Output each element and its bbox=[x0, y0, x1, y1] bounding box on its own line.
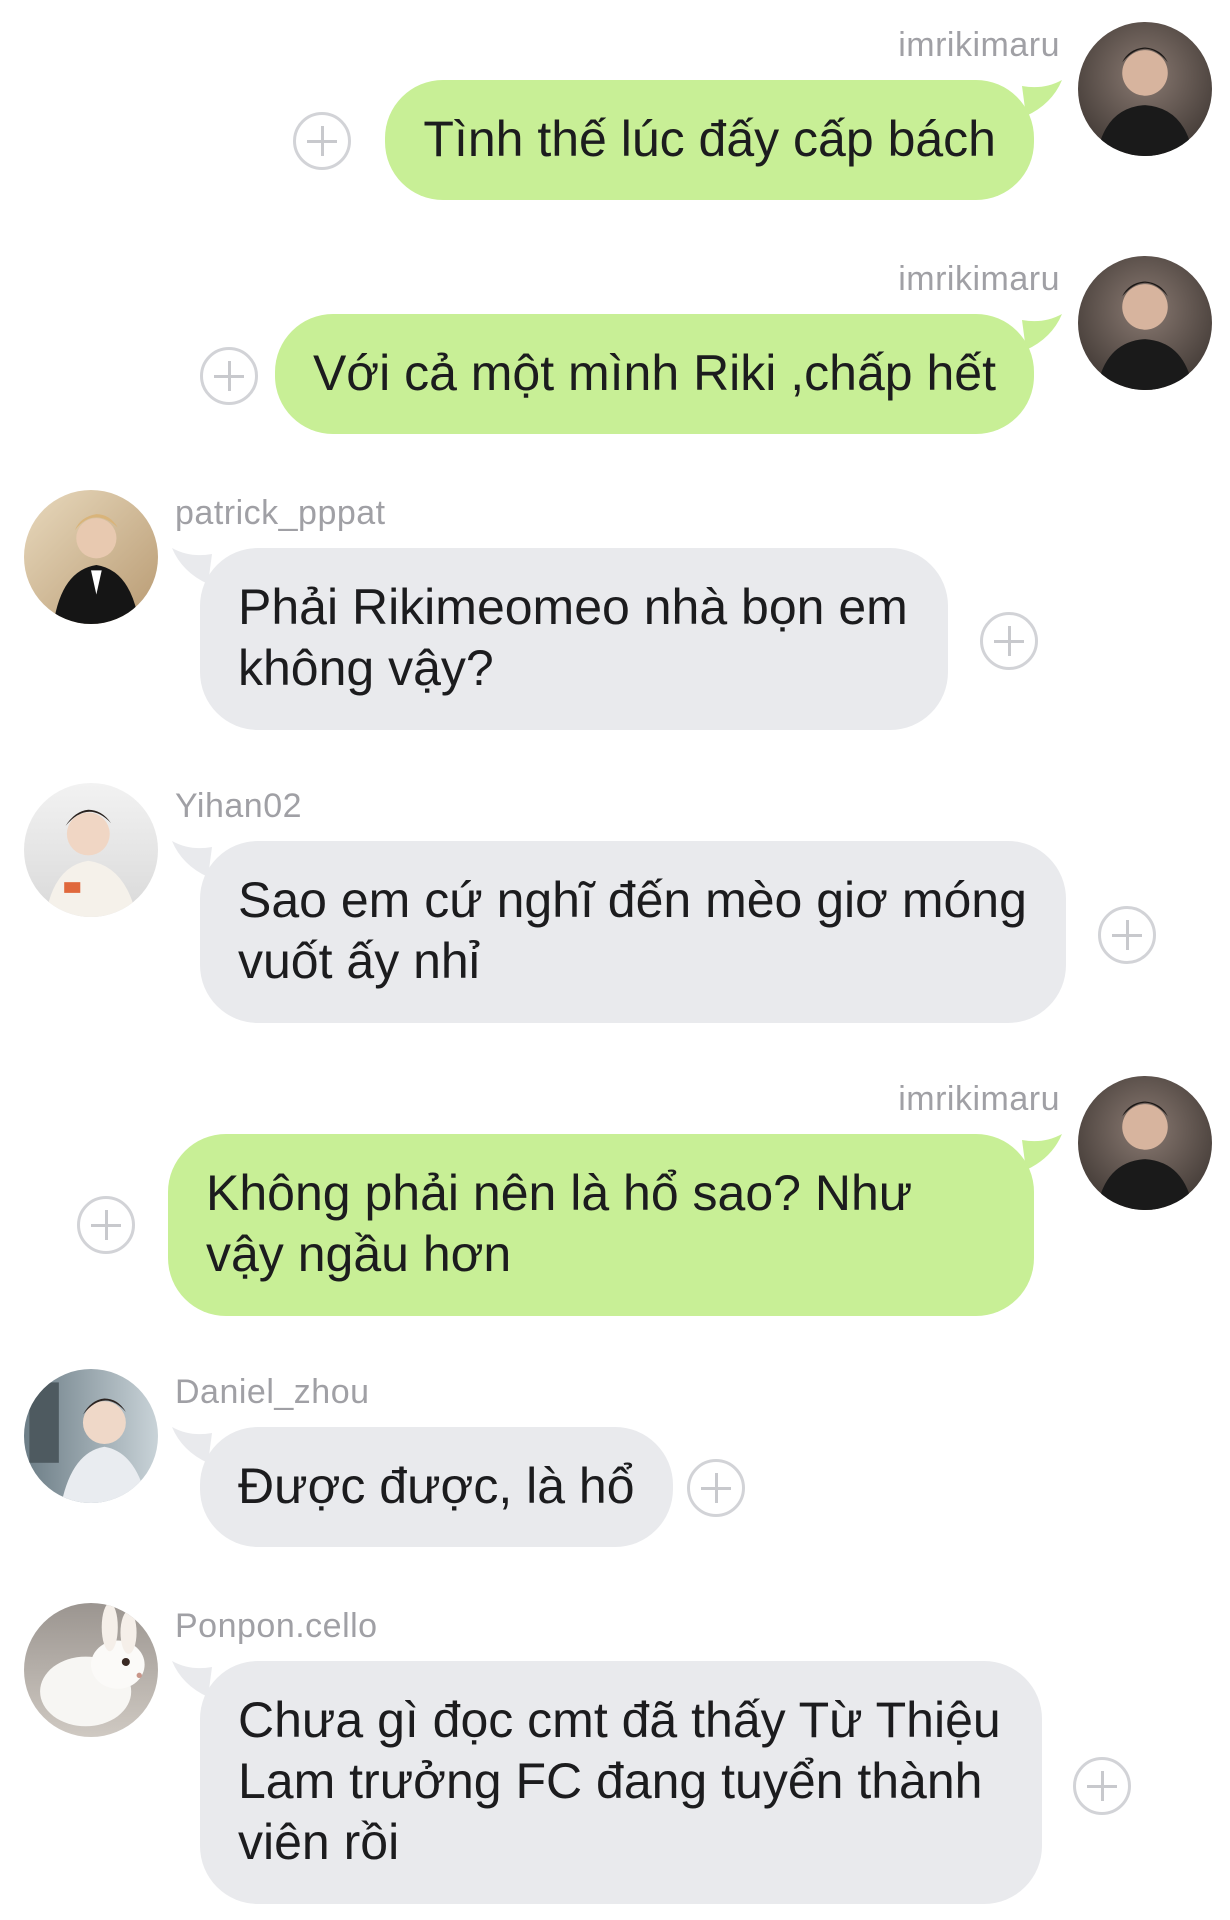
message-bubble[interactable]: Sao em cứ nghĩ đến mèo giơ móng vuốt ấy … bbox=[200, 841, 1066, 1023]
bubble-tail bbox=[1022, 314, 1062, 350]
username: imrikimaru bbox=[898, 1080, 1060, 1118]
add-reaction-icon[interactable] bbox=[1073, 1757, 1131, 1815]
username: Yihan02 bbox=[175, 787, 303, 825]
message-text: Tình thế lúc đấy cấp bách bbox=[423, 111, 996, 167]
message-bubble[interactable]: Được được, là hổ bbox=[200, 1427, 673, 1547]
message-text: Với cả một mình Riki ,chấp hết bbox=[312, 345, 996, 401]
username: Ponpon.cello bbox=[175, 1607, 378, 1645]
message-text: Không phải nên là hổ sao? Như vậy ngầu h… bbox=[206, 1165, 913, 1282]
username: imrikimaru bbox=[898, 260, 1060, 298]
message-text: Được được, là hổ bbox=[238, 1458, 635, 1514]
message-row: imrikimaru Không phải nên là hổ sao? Như… bbox=[0, 1076, 1230, 1316]
add-reaction-icon[interactable] bbox=[200, 347, 258, 405]
add-reaction-icon[interactable] bbox=[687, 1459, 745, 1517]
avatar-icon[interactable] bbox=[24, 490, 158, 624]
message-row: Yihan02 Sao em cứ nghĩ đến mèo giơ móng … bbox=[0, 783, 1230, 1023]
bubble-tail bbox=[1022, 80, 1062, 116]
avatar-icon[interactable] bbox=[1078, 256, 1212, 390]
rabbit-avatar-icon[interactable] bbox=[24, 1603, 158, 1737]
message-row: Daniel_zhou Được được, là hổ bbox=[0, 1369, 1230, 1547]
avatar-icon[interactable] bbox=[1078, 22, 1212, 156]
username: Daniel_zhou bbox=[175, 1373, 370, 1411]
add-reaction-icon[interactable] bbox=[293, 112, 351, 170]
avatar-icon[interactable] bbox=[24, 1369, 158, 1503]
chat-thread: imrikimaru Tình thế lúc đấy cấp bách imr… bbox=[0, 0, 1230, 1920]
avatar-icon[interactable] bbox=[1078, 1076, 1212, 1210]
username: imrikimaru bbox=[898, 26, 1060, 64]
message-text: Phải Rikimeomeo nhà bọn em không vậy? bbox=[238, 579, 908, 696]
bubble-tail bbox=[1022, 1134, 1062, 1170]
message-row: Ponpon.cello Chưa gì đọc cmt đã thấy Từ … bbox=[0, 1603, 1230, 1904]
message-bubble[interactable]: Phải Rikimeomeo nhà bọn em không vậy? bbox=[200, 548, 948, 730]
avatar-icon[interactable] bbox=[24, 783, 158, 917]
message-bubble[interactable]: Chưa gì đọc cmt đã thấy Từ Thiệu Lam trư… bbox=[200, 1661, 1042, 1904]
message-text: Sao em cứ nghĩ đến mèo giơ móng vuốt ấy … bbox=[238, 872, 1027, 989]
username: patrick_pppat bbox=[175, 494, 386, 532]
message-row: patrick_pppat Phải Rikimeomeo nhà bọn em… bbox=[0, 490, 1230, 730]
message-bubble[interactable]: Không phải nên là hổ sao? Như vậy ngầu h… bbox=[168, 1134, 1034, 1316]
add-reaction-icon[interactable] bbox=[77, 1196, 135, 1254]
message-row: imrikimaru Với cả một mình Riki ,chấp hế… bbox=[0, 256, 1230, 434]
message-bubble[interactable]: Tình thế lúc đấy cấp bách bbox=[385, 80, 1034, 200]
message-text: Chưa gì đọc cmt đã thấy Từ Thiệu Lam trư… bbox=[238, 1692, 1001, 1870]
message-bubble[interactable]: Với cả một mình Riki ,chấp hết bbox=[274, 314, 1034, 434]
message-row: imrikimaru Tình thế lúc đấy cấp bách bbox=[0, 22, 1230, 200]
add-reaction-icon[interactable] bbox=[980, 612, 1038, 670]
add-reaction-icon[interactable] bbox=[1098, 906, 1156, 964]
